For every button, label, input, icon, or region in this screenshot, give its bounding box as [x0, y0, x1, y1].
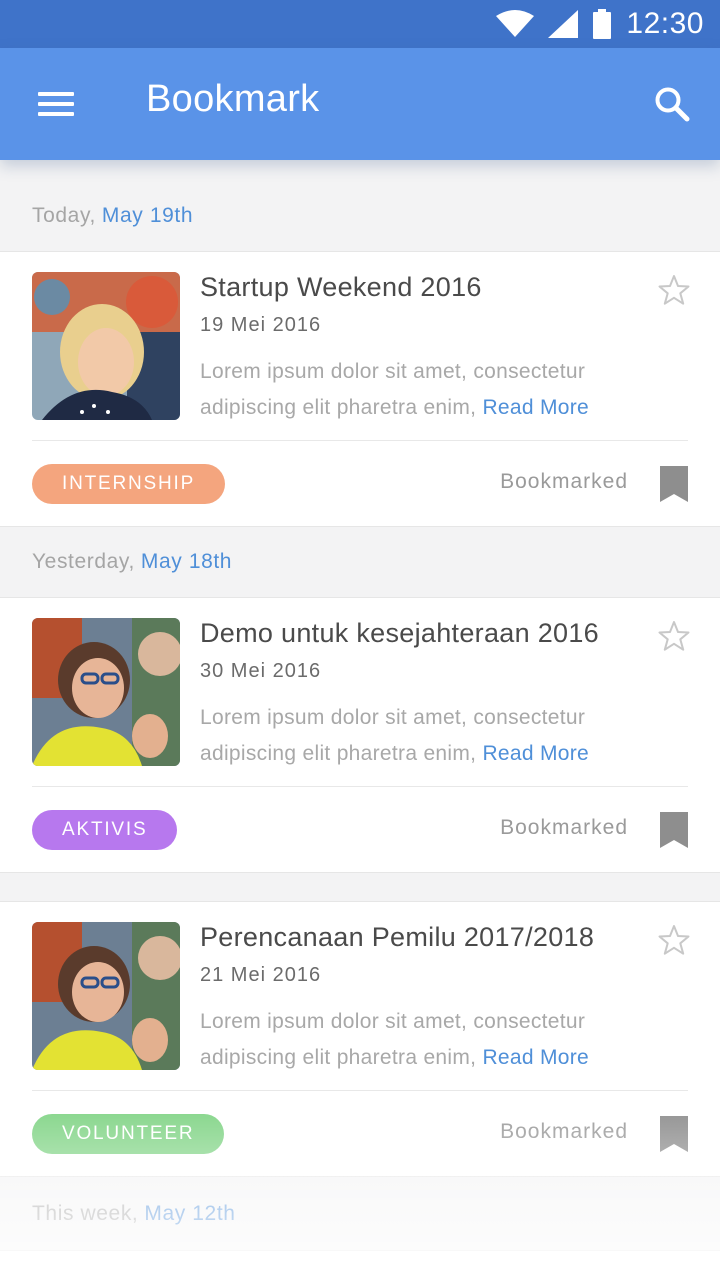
bookmark-card[interactable]: Demo untuk kesejahteraan 2016 30 Mei 201… [0, 597, 720, 873]
card-description: Lorem ipsum dolor sit amet, consectetur … [200, 700, 650, 772]
star-outline-icon[interactable] [658, 274, 690, 306]
card-divider [32, 1090, 688, 1091]
status-bar: 12:30 [0, 0, 720, 48]
star-outline-icon[interactable] [658, 924, 690, 956]
section-prefix: Yesterday, [32, 550, 135, 573]
section-header-this-week: This week, May 12th [0, 1178, 720, 1250]
card-title[interactable]: Perencanaan Pemilu 2017/2018 [200, 922, 594, 953]
bookmark-icon[interactable] [660, 1116, 688, 1152]
section-prefix: This week, [32, 1202, 139, 1225]
section-header-yesterday: Yesterday, May 18th [0, 526, 720, 598]
battery-icon [593, 9, 612, 39]
search-icon[interactable] [654, 86, 690, 122]
card-divider [32, 440, 688, 441]
card-date: 19 Mei 2016 [200, 314, 322, 336]
card-thumbnail [32, 618, 180, 766]
app-bar: Bookmark [0, 48, 720, 160]
star-outline-icon[interactable] [658, 620, 690, 652]
section-prefix: Today, [32, 204, 96, 227]
bookmark-card[interactable]: Startup Weekend 2016 19 Mei 2016 Lorem i… [0, 251, 720, 527]
card-divider [32, 786, 688, 787]
card-date: 30 Mei 2016 [200, 660, 322, 682]
card-description: Lorem ipsum dolor sit amet, consectetur … [200, 1004, 650, 1076]
signal-icon [548, 10, 579, 38]
card-title[interactable]: Demo untuk kesejahteraan 2016 [200, 618, 599, 649]
read-more-link[interactable]: Read More [482, 1046, 589, 1069]
bookmark-icon[interactable] [660, 466, 688, 502]
hamburger-menu-icon[interactable] [36, 88, 76, 120]
bookmark-card[interactable]: Perencanaan Pemilu 2017/2018 21 Mei 2016… [0, 901, 720, 1177]
bookmarked-label[interactable]: Bookmarked [500, 1120, 628, 1144]
section-date: May 18th [140, 550, 233, 573]
card-date: 21 Mei 2016 [200, 964, 322, 986]
card-thumbnail [32, 272, 180, 420]
category-tag[interactable]: VOLUNTEER [32, 1114, 225, 1154]
card-title[interactable]: Startup Weekend 2016 [200, 272, 482, 303]
card-thumbnail [32, 922, 180, 1070]
category-tag[interactable]: AKTIVIS [32, 810, 178, 850]
section-date: May 12th [144, 1202, 236, 1225]
bookmark-card-partial[interactable] [0, 1250, 720, 1280]
bookmarked-label[interactable]: Bookmarked [500, 470, 628, 494]
section-date: May 19th [101, 204, 194, 227]
wifi-icon [496, 10, 535, 37]
read-more-link[interactable]: Read More [482, 742, 589, 765]
bookmark-icon[interactable] [660, 812, 688, 848]
status-clock: 12:30 [626, 7, 704, 40]
card-description: Lorem ipsum dolor sit amet, consectetur … [200, 354, 650, 426]
page-title: Bookmark [146, 78, 320, 120]
section-header-today: Today, May 19th [0, 180, 720, 252]
bookmarked-label[interactable]: Bookmarked [500, 816, 628, 840]
category-tag[interactable]: INTERNSHIP [32, 464, 226, 504]
read-more-link[interactable]: Read More [482, 396, 589, 419]
